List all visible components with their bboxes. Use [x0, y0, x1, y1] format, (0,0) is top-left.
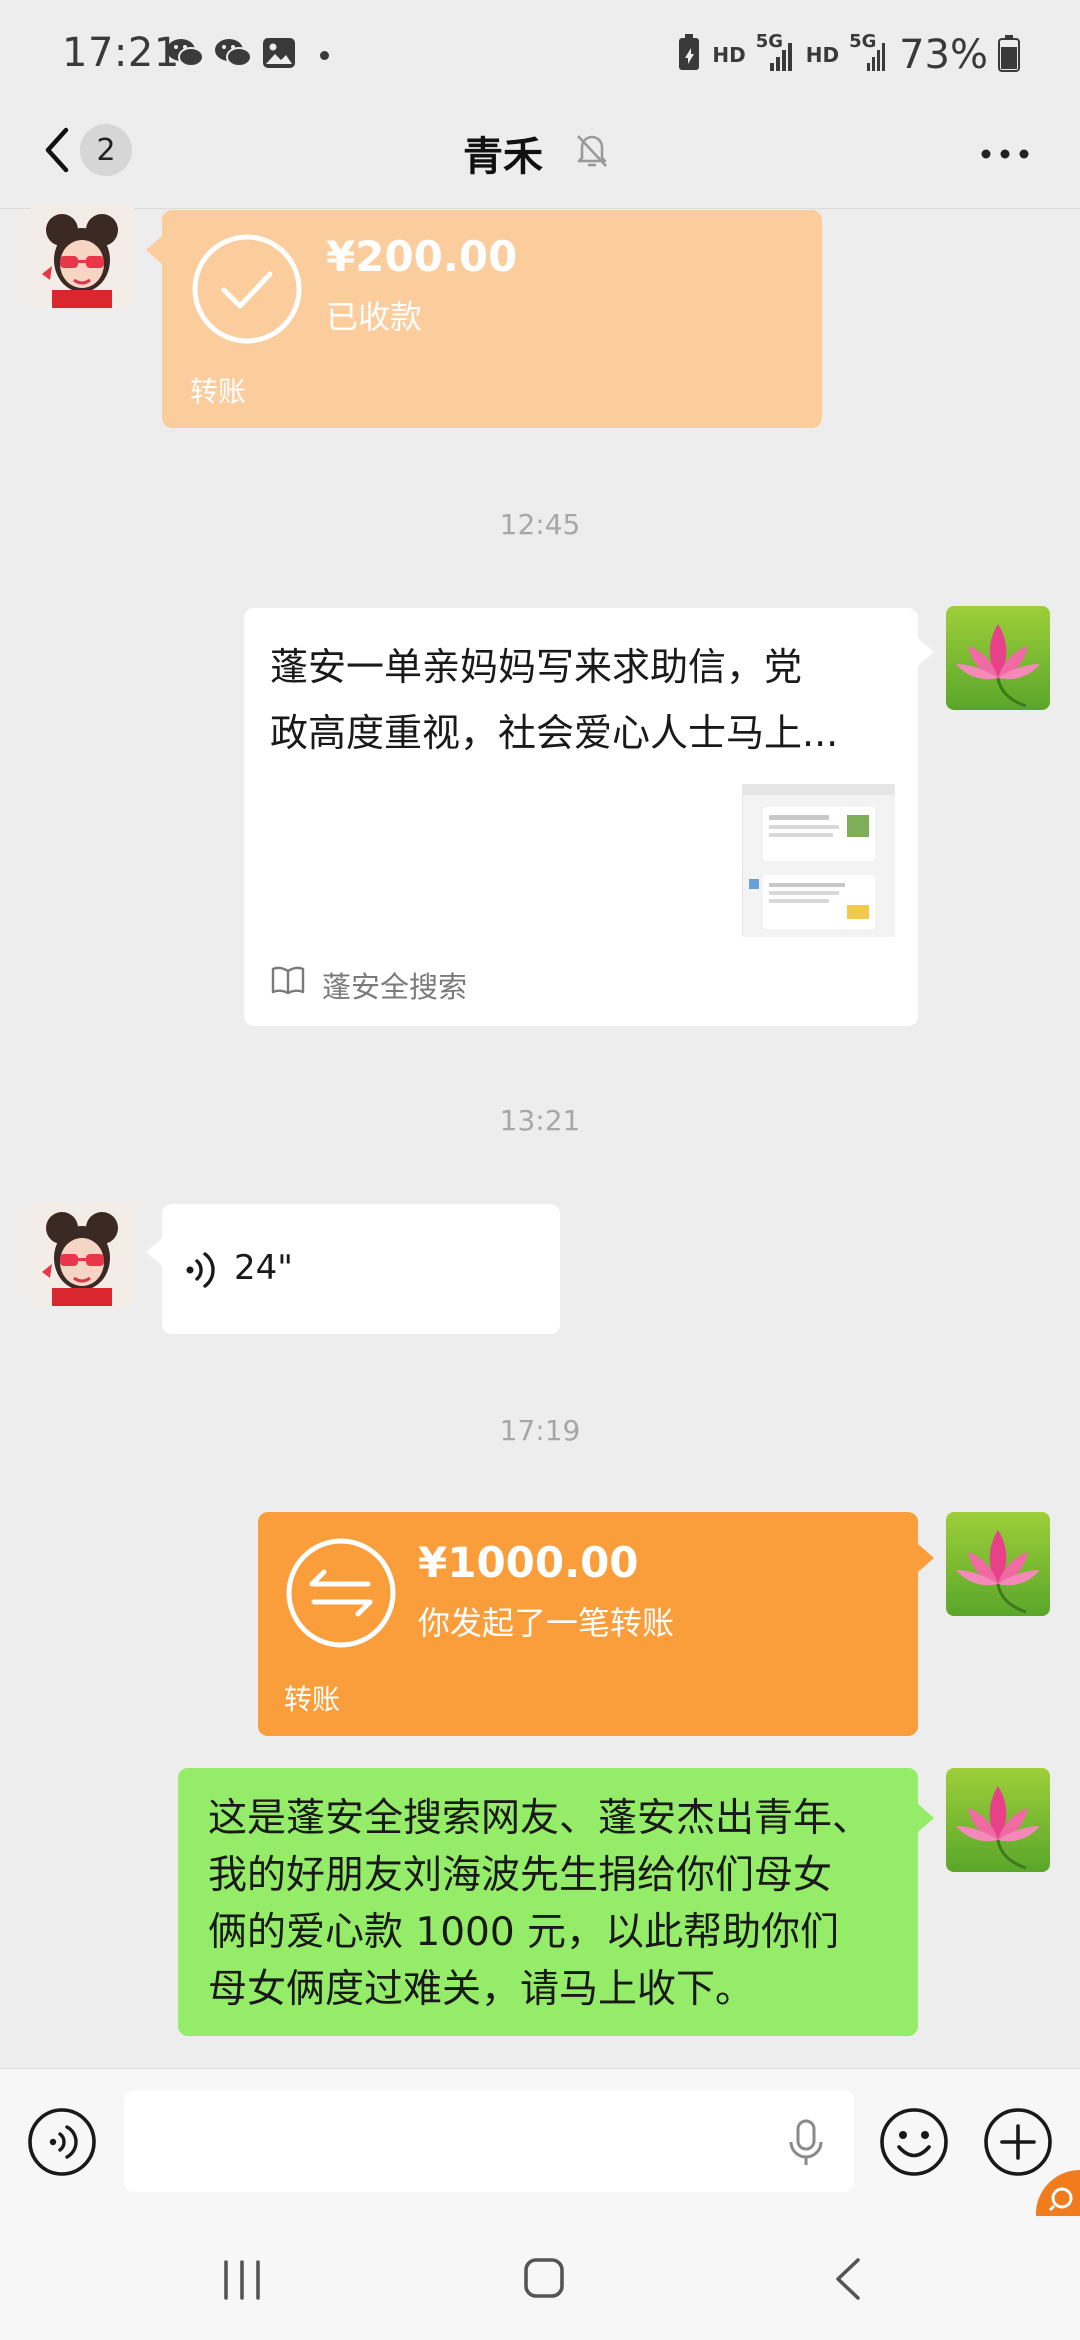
transfer-amount: ¥1000.00: [418, 1538, 639, 1587]
checkmark-circle-icon: [190, 232, 304, 346]
book-open-icon: [270, 964, 306, 1000]
status-notification-icons: [166, 36, 329, 74]
nav-back-icon[interactable]: [830, 2256, 866, 2306]
bubble-arrow: [918, 638, 934, 666]
bubble-arrow: [146, 1238, 162, 1266]
voice-duration: 24": [234, 1248, 293, 1288]
voice-message-bubble[interactable]: 24": [162, 1204, 560, 1334]
timestamp: 13:21: [499, 1104, 581, 1137]
gallery-icon: [262, 37, 296, 73]
bubble-arrow: [918, 1544, 934, 1572]
more-options-icon[interactable]: [980, 145, 1030, 159]
signal-icon: 5G: [849, 31, 889, 75]
signal-icon: 5G: [756, 31, 796, 75]
transfer-arrows-icon: [284, 1536, 398, 1650]
bubble-arrow: [146, 236, 162, 264]
microphone-icon[interactable]: [786, 2118, 826, 2172]
home-icon[interactable]: [522, 2256, 566, 2304]
status-time: 17:21: [62, 30, 180, 76]
voice-wave-icon: [184, 1250, 218, 1294]
text-message-bubble[interactable]: 这是蓬安全搜索网友、蓬安杰出青年、 我的好朋友刘海波先生捐给你们母女 俩的爱心款…: [178, 1768, 918, 2036]
my-avatar[interactable]: [946, 1768, 1050, 1872]
article-title-line2: 政高度重视，社会爱心人士马上...: [270, 711, 839, 755]
message-line: 母女俩度过难关，请马上收下。: [208, 1967, 755, 2012]
article-thumbnail: [742, 784, 895, 937]
emoji-icon[interactable]: [878, 2106, 950, 2178]
transfer-footer-label: 转账: [190, 375, 247, 408]
message-line: 我的好朋友刘海波先生捐给你们母女: [208, 1853, 833, 1898]
timestamp: 12:45: [499, 508, 581, 541]
status-system-icons: HD 5G HD 5G 73%: [676, 31, 1020, 78]
plus-icon[interactable]: [982, 2106, 1054, 2178]
transfer-amount: ¥200.00: [326, 232, 518, 281]
chat-title: 青禾: [463, 134, 543, 180]
wechat-icon: [166, 36, 204, 74]
notification-dot: [320, 50, 329, 60]
contact-avatar[interactable]: [30, 1202, 134, 1306]
contact-avatar[interactable]: [30, 204, 134, 308]
transfer-status: 你发起了一笔转账: [418, 1604, 675, 1642]
battery-icon: [998, 34, 1020, 76]
message-input[interactable]: [124, 2090, 854, 2192]
transfer-status: 已收款: [326, 298, 423, 336]
header-divider: [0, 208, 1080, 209]
recent-apps-icon[interactable]: [220, 2258, 264, 2306]
bubble-arrow: [918, 1804, 934, 1832]
battery-percent: 73%: [899, 32, 988, 78]
transfer-footer-label: 转账: [284, 1683, 341, 1716]
transfer-card-received[interactable]: ¥200.00 已收款 转账: [162, 210, 822, 428]
message-line: 这是蓬安全搜索网友、蓬安杰出青年、: [208, 1796, 872, 1841]
wechat-icon: [214, 36, 252, 74]
mute-bell-icon: [572, 130, 612, 170]
data-saver-icon: [676, 34, 702, 76]
transfer-card-sent[interactable]: ¥1000.00 你发起了一笔转账 转账: [258, 1512, 918, 1736]
timestamp: 17:19: [499, 1414, 581, 1447]
my-avatar[interactable]: [946, 1512, 1050, 1616]
hd-label: HD: [712, 43, 746, 67]
my-avatar[interactable]: [946, 606, 1050, 710]
voice-mode-icon[interactable]: [26, 2106, 98, 2178]
article-source: 蓬安全搜索: [322, 970, 468, 1004]
message-line: 俩的爱心款 1000 元，以此帮助你们: [208, 1910, 840, 1955]
floating-assistant-icon[interactable]: [1035, 2170, 1080, 2220]
article-link-card[interactable]: 蓬安一单亲妈妈写来求助信，党 政高度重视，社会爱心人士马上... 蓬安全搜索: [244, 608, 918, 1026]
hd-label: HD: [805, 43, 840, 67]
article-title-line1: 蓬安一单亲妈妈写来求助信，党: [270, 645, 803, 689]
